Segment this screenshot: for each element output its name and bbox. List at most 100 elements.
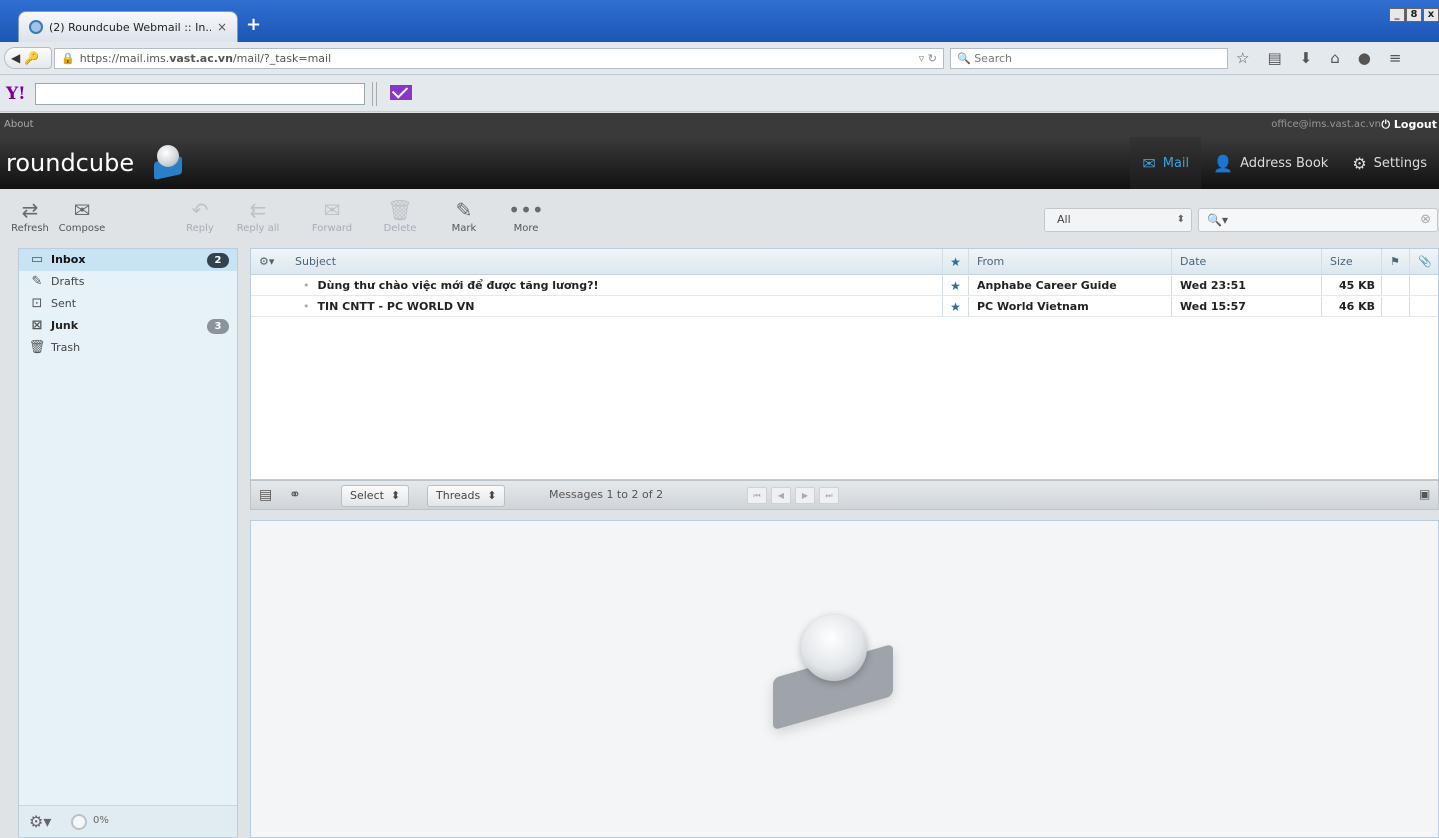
table-row[interactable]: • TIN CNTT - PC WORLD VN ★ PC World Vietn… xyxy=(251,297,1438,317)
message-size: 46 KB xyxy=(1321,297,1381,316)
next-page-button[interactable]: ▶ xyxy=(795,487,815,504)
folder-options-gear-icon[interactable]: ⚙▾ xyxy=(29,812,51,831)
back-button[interactable]: ◀ 🔑 xyxy=(4,47,52,69)
column-subject[interactable]: Subject xyxy=(287,249,942,274)
quick-search-input[interactable]: 🔍▾ ⊗ xyxy=(1198,208,1438,232)
yahoo-mail-icon[interactable] xyxy=(390,85,412,100)
clear-search-icon[interactable]: ⊗ xyxy=(1420,209,1431,231)
compose-button[interactable]: ✉ Compose xyxy=(52,197,112,234)
roundcube-topline: About office@ims.vast.ac.vn ⏻ Logout xyxy=(0,113,1439,137)
column-date[interactable]: Date xyxy=(1171,249,1321,274)
nav-address-book[interactable]: 👤 Address Book xyxy=(1201,137,1340,189)
reply-all-label: Reply all xyxy=(236,223,280,234)
bookmarks-list-icon[interactable]: ▤ xyxy=(1267,49,1281,67)
message-subject: • TIN CNTT - PC WORLD VN xyxy=(295,297,942,316)
reply-label: Reply xyxy=(186,223,214,234)
tab-close-icon[interactable]: × xyxy=(217,20,227,34)
roundcube-favicon-icon xyxy=(29,20,43,34)
message-flag-cell[interactable] xyxy=(1381,276,1409,295)
about-link[interactable]: About xyxy=(4,119,34,130)
threads-toggle-icon[interactable]: ⚭ xyxy=(289,487,301,503)
filter-select[interactable]: All ⬍ xyxy=(1044,208,1192,232)
column-from[interactable]: From xyxy=(968,249,1171,274)
pane-splitter[interactable] xyxy=(240,510,250,838)
preview-pane xyxy=(250,520,1439,838)
browser-toolbar-icons: ☆ ▤ ⬇ ⌂ ● ≡ xyxy=(1236,49,1401,67)
tab-title: (2) Roundcube Webmail :: In... xyxy=(49,20,211,34)
threads-menu[interactable]: Threads ⬍ xyxy=(427,485,506,507)
minimize-button[interactable]: _ xyxy=(1389,8,1405,22)
message-list: ⚙▾ Subject ★ From Date Size ⚑ 📎 • Dùng th… xyxy=(250,248,1439,480)
folder-label: Trash xyxy=(51,341,81,354)
flag-star-icon[interactable]: ★ xyxy=(942,297,968,316)
chat-icon[interactable]: ● xyxy=(1358,49,1371,67)
search-icon: 🔍 xyxy=(957,52,971,65)
logout-link[interactable]: ⏻ Logout xyxy=(1381,113,1437,137)
new-tab-button[interactable]: + xyxy=(246,14,261,35)
bookmark-star-icon[interactable]: ☆ xyxy=(1236,49,1249,67)
folder-trash[interactable]: 🗑 Trash xyxy=(19,337,237,359)
column-size[interactable]: Size xyxy=(1321,249,1381,274)
refresh-button[interactable]: ⇄ Refresh xyxy=(0,197,60,234)
task-nav: ✉ Mail 👤 Address Book ⚙ Settings xyxy=(1130,137,1439,189)
browser-tab[interactable]: (2) Roundcube Webmail :: In... × xyxy=(18,11,238,42)
yahoo-toolbar: Y! xyxy=(0,76,1439,112)
folder-list-footer: ⚙▾ 0% xyxy=(19,805,237,837)
window-controls: _ 8 x xyxy=(1388,8,1439,22)
last-page-button[interactable]: ⏭ xyxy=(819,487,839,504)
list-view-icon[interactable]: ▤ xyxy=(259,487,272,503)
message-flag-cell[interactable] xyxy=(1381,297,1409,316)
flag-star-icon[interactable]: ★ xyxy=(942,276,968,295)
column-attachment-icon[interactable]: 📎 xyxy=(1409,249,1439,274)
browser-search-input[interactable]: 🔍 Search xyxy=(950,48,1228,69)
message-from: PC World Vietnam xyxy=(968,297,1171,316)
roundcube-header: roundcube ✉ Mail 👤 Address Book ⚙ Settin… xyxy=(0,137,1439,189)
refresh-icon: ⇄ xyxy=(21,198,39,222)
select-menu[interactable]: Select ⬍ xyxy=(341,485,410,507)
unread-dot-icon: • xyxy=(303,300,310,313)
trash-icon: 🗑 xyxy=(28,340,46,355)
url-bar[interactable]: 🔒 https://mail.ims.vast.ac.vn/mail/?_task… xyxy=(54,48,944,69)
threads-label: Threads xyxy=(436,489,481,502)
home-icon[interactable]: ⌂ xyxy=(1330,49,1340,67)
folder-drafts[interactable]: ✎ Drafts xyxy=(19,271,237,293)
nav-mail[interactable]: ✉ Mail xyxy=(1130,137,1202,189)
roundcube-logo[interactable]: roundcube xyxy=(6,149,134,177)
folder-sent[interactable]: ⊡ Sent xyxy=(19,293,237,315)
nav-mail-label: Mail xyxy=(1162,155,1190,171)
message-count: Messages 1 to 2 of 2 xyxy=(549,488,664,501)
reply-all-button[interactable]: ⇇ Reply all xyxy=(228,197,288,234)
column-flag-icon[interactable]: ⚑ xyxy=(1381,249,1409,274)
close-window-button[interactable]: x xyxy=(1423,8,1439,22)
folder-label: Drafts xyxy=(51,275,85,288)
message-date: Wed 23:51 xyxy=(1171,276,1321,295)
unread-badge: 2 xyxy=(207,253,229,268)
toggle-preview-icon[interactable]: ▣ xyxy=(1419,487,1430,501)
column-flag-star-icon[interactable]: ★ xyxy=(942,249,968,274)
back-arrow-icon: ◀ xyxy=(11,51,21,65)
folder-label: Junk xyxy=(51,319,79,332)
logout-label: Logout xyxy=(1393,118,1437,131)
sent-icon: ⊡ xyxy=(31,296,43,311)
inbox-icon: ▭ xyxy=(30,252,44,267)
table-row[interactable]: • Dùng thư chào việc mới để được tăng lươ… xyxy=(251,276,1438,296)
yahoo-logo-icon[interactable]: Y! xyxy=(6,84,26,104)
folder-inbox[interactable]: ▭ Inbox 2 xyxy=(19,249,237,271)
roundcube-logo-icon xyxy=(148,143,188,181)
delete-button[interactable]: 🗑 Delete xyxy=(370,197,430,234)
prev-page-button[interactable]: ◀ xyxy=(771,487,791,504)
download-icon[interactable]: ⬇ xyxy=(1300,49,1313,67)
folder-junk[interactable]: ⊠ Junk 3 xyxy=(19,315,237,337)
forward-label: Forward xyxy=(311,223,353,234)
restore-button[interactable]: 8 xyxy=(1406,8,1422,22)
mark-button[interactable]: ✎ Mark xyxy=(434,197,494,234)
forward-button[interactable]: ✉ Forward xyxy=(302,197,362,234)
first-page-button[interactable]: ⏮ xyxy=(747,487,767,504)
nav-settings[interactable]: ⚙ Settings xyxy=(1340,137,1439,189)
more-button[interactable]: ••• More xyxy=(496,197,556,234)
reload-icon[interactable]: ▿ ↻ xyxy=(919,49,937,68)
reply-button[interactable]: ↶ Reply xyxy=(170,197,230,234)
yahoo-search-input[interactable] xyxy=(35,83,365,105)
menu-icon[interactable]: ≡ xyxy=(1389,49,1402,67)
search-options-icon[interactable]: 🔍▾ xyxy=(1207,213,1228,227)
